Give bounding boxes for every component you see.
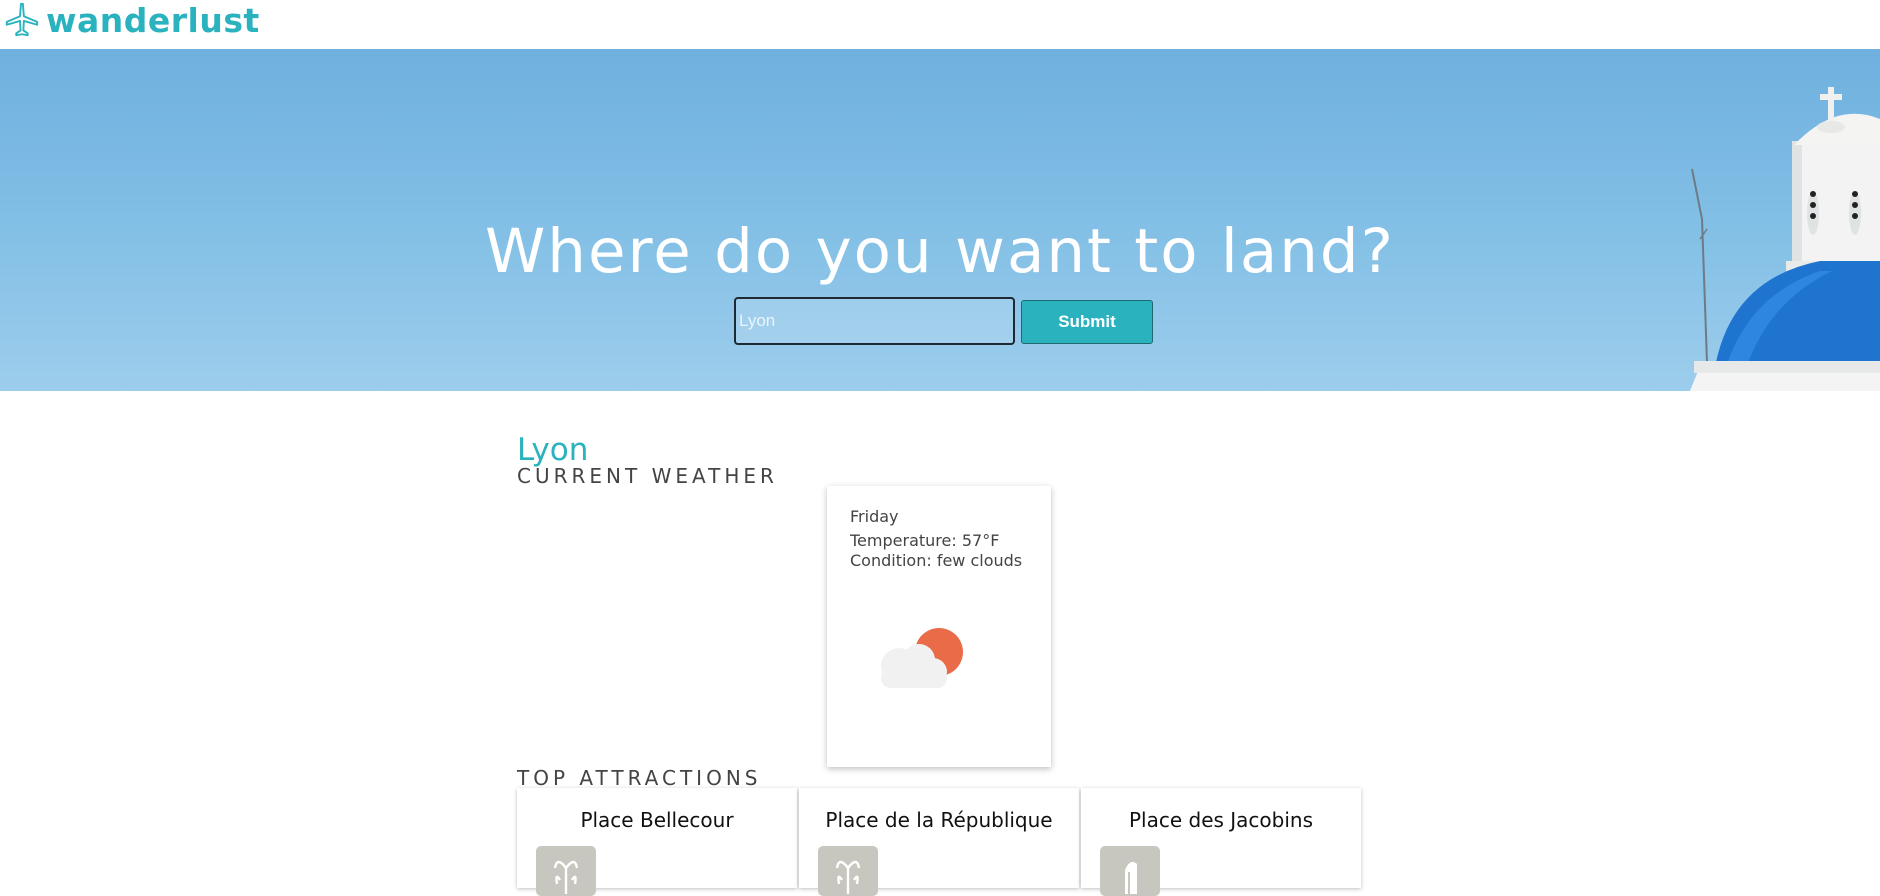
brand-name: wanderlust [46,0,260,40]
weather-temperature: Temperature: 57°F [850,530,1000,550]
monument-icon [1100,846,1160,896]
top-bar: wanderlust [0,0,1880,49]
city-search-input[interactable] [734,297,1015,345]
airplane-icon [5,2,39,37]
top-attractions-heading: TOP ATTRACTIONS [517,766,762,790]
partly-cloudy-icon [881,628,963,688]
attraction-card[interactable]: Place des Jacobins [1081,788,1361,896]
attraction-card[interactable]: Place de la République [799,788,1079,896]
attraction-name: Place des Jacobins [1128,808,1314,832]
weather-condition: Condition: few clouds [850,551,1023,571]
submit-button[interactable]: Submit [1021,300,1153,344]
attraction-card[interactable]: Place Bellecour [517,788,797,896]
fountain-icon [536,846,596,896]
search-form: Submit [734,297,1153,347]
weather-day: Friday [850,507,899,526]
fountain-icon [818,846,878,896]
current-weather-heading: CURRENT WEATHER [517,464,778,488]
weather-card: Friday Temperature: 57°F Condition: few … [827,486,1051,767]
attractions-list: Place Bellecour Place de la République P… [517,788,1363,896]
city-name: Lyon [517,432,589,468]
hero-banner: Where do you want to land? Submit [0,49,1880,391]
attraction-name: Place Bellecour [580,808,734,832]
hero-title: Where do you want to land? [484,215,1396,287]
attraction-name: Place de la République [825,808,1053,832]
brand-logo[interactable]: wanderlust [2,0,260,40]
